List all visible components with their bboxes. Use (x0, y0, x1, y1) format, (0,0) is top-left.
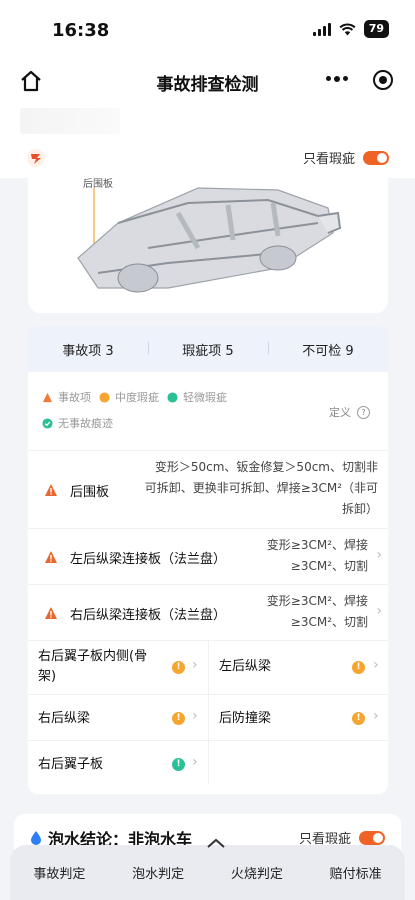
legend-no-accident: 无事故痕迹 (42, 415, 113, 431)
brand-logo-icon (27, 149, 45, 167)
defect-item[interactable]: 右后翼子板内侧(骨 架) ! › (28, 641, 208, 695)
target-icon[interactable] (372, 69, 394, 91)
only-defect-filter: 只看瑕疵 (303, 148, 389, 167)
water-drop-icon (31, 831, 41, 845)
defect-item[interactable]: 左后纵梁 ! › (209, 641, 388, 695)
accident-row[interactable]: 左后纵梁连接板（法兰盘） 变形≥3CM²、焊接 ≥3CM²、切割 › (28, 528, 388, 585)
chevron-up-icon[interactable] (206, 837, 226, 849)
definition-link[interactable]: 定义 ? (329, 404, 370, 420)
page-title: 事故排查检测 (156, 75, 259, 95)
wifi-icon (339, 22, 356, 35)
chevron-right-icon: › (373, 657, 379, 673)
defect-item[interactable]: 后防撞梁 ! › (209, 695, 388, 741)
accident-description: 变形＞50cm、钣金修复＞50cm、切割非 可拆卸、更换非可拆卸、焊接≥3CM²… (144, 460, 378, 516)
more-icon[interactable] (326, 75, 348, 82)
chevron-right-icon: › (192, 754, 198, 770)
defect-part-name: 右后翼子板 (38, 757, 104, 772)
car-diagram: 后围板 (28, 178, 388, 313)
moderate-defect-icon (99, 391, 110, 403)
accident-warning-icon (42, 392, 53, 402)
car-body-frame-image (77, 187, 342, 293)
minor-defect-icon: ! (172, 758, 185, 771)
bottom-tab-bar: 事故判定 泡水判定 火烧判定 赔付标准 (10, 838, 405, 900)
moderate-defect-icon: ! (172, 712, 185, 725)
status-time: 16:38 (52, 20, 110, 41)
accident-part-name: 后围板 (70, 485, 110, 500)
battery-icon: 79 (363, 20, 389, 38)
check-icon (42, 417, 53, 429)
moderate-defect-icon: ! (172, 661, 185, 674)
nav-bar: 事故排查检测 (0, 56, 415, 106)
tab-fire-judgement[interactable]: 火烧判定 (208, 863, 307, 882)
moderate-defect-icon: ! (352, 661, 365, 674)
minor-defect-icon (167, 391, 178, 403)
tab-compensation-standard[interactable]: 赔付标准 (306, 863, 405, 882)
accident-row[interactable]: 右后纵梁连接板（法兰盘） 变形≥3CM²、焊接 ≥3CM²、切割 › (28, 584, 388, 641)
accident-warning-icon (45, 484, 57, 496)
defect-part-name: 左后纵梁 (219, 659, 272, 674)
legend-moderate: 中度瑕疵 (99, 389, 159, 405)
accident-row[interactable]: 后围板 变形＞50cm、钣金修复＞50cm、切割非 可拆卸、更换非可拆卸、焊接≥… (28, 450, 388, 529)
chevron-right-icon: › (192, 657, 198, 673)
accident-description: 变形≥3CM²、焊接 ≥3CM²、切割 (266, 538, 368, 573)
defect-grid-row: 右后翼子板内侧(骨 架) ! › 左后纵梁 ! › (28, 640, 388, 695)
accident-part-name: 左后纵梁连接板（法兰盘） (70, 552, 227, 567)
chevron-right-icon: › (376, 547, 382, 563)
signal-icon (312, 22, 331, 36)
tab-uncheckable[interactable]: 不可检 9 (268, 340, 388, 359)
tab-defect[interactable]: 瑕疵项 5 (148, 340, 268, 359)
defect-part-name: 后防撞梁 (219, 711, 272, 726)
tab-accident-judgement[interactable]: 事故判定 (10, 863, 109, 882)
status-icons: 79 (312, 20, 389, 38)
header-card: 只看瑕疵 (0, 106, 415, 178)
chevron-right-icon: › (192, 708, 198, 724)
accident-warning-icon (45, 551, 57, 563)
status-bar: 16:38 79 (0, 0, 415, 56)
defect-item[interactable]: 右后纵梁 ! › (28, 695, 208, 741)
tab-accident[interactable]: 事故项 3 (28, 340, 148, 359)
only-defect-label: 只看瑕疵 (302, 152, 355, 167)
only-defect-toggle[interactable] (363, 150, 389, 165)
defect-item[interactable]: 右后翼子板 ! › (28, 741, 208, 787)
defect-grid-row: 右后纵梁 ! › 后防撞梁 ! › (28, 694, 388, 741)
moderate-defect-icon: ! (352, 712, 365, 725)
chevron-right-icon: › (373, 708, 379, 724)
accident-warning-icon (45, 607, 57, 619)
help-icon[interactable]: ? (357, 405, 370, 419)
accident-description: 变形≥3CM²、焊接 ≥3CM²、切割 (266, 594, 368, 629)
defect-part-name: 右后纵梁 (38, 711, 91, 726)
inspection-card: 事故项 3 瑕疵项 5 不可检 9 事故项 中度瑕疵 轻微瑕疵 无事故痕迹 定义… (28, 326, 388, 794)
defect-grid-row: 右后翼子板 ! › (28, 740, 388, 787)
defect-part-name: 右后翼子板内侧(骨 架) (38, 649, 148, 684)
legend-accident: 事故项 (42, 389, 91, 405)
car-part-label: 后围板 (83, 179, 113, 190)
soak-only-defect-toggle[interactable] (359, 830, 385, 845)
chevron-right-icon: › (376, 603, 382, 619)
accident-part-name: 右后纵梁连接板（法兰盘） (70, 608, 227, 623)
blurred-area (20, 108, 120, 134)
tab-soak-judgement[interactable]: 泡水判定 (109, 863, 208, 882)
category-tabs: 事故项 3 瑕疵项 5 不可检 9 (28, 326, 388, 372)
legend-minor: 轻微瑕疵 (167, 389, 227, 405)
